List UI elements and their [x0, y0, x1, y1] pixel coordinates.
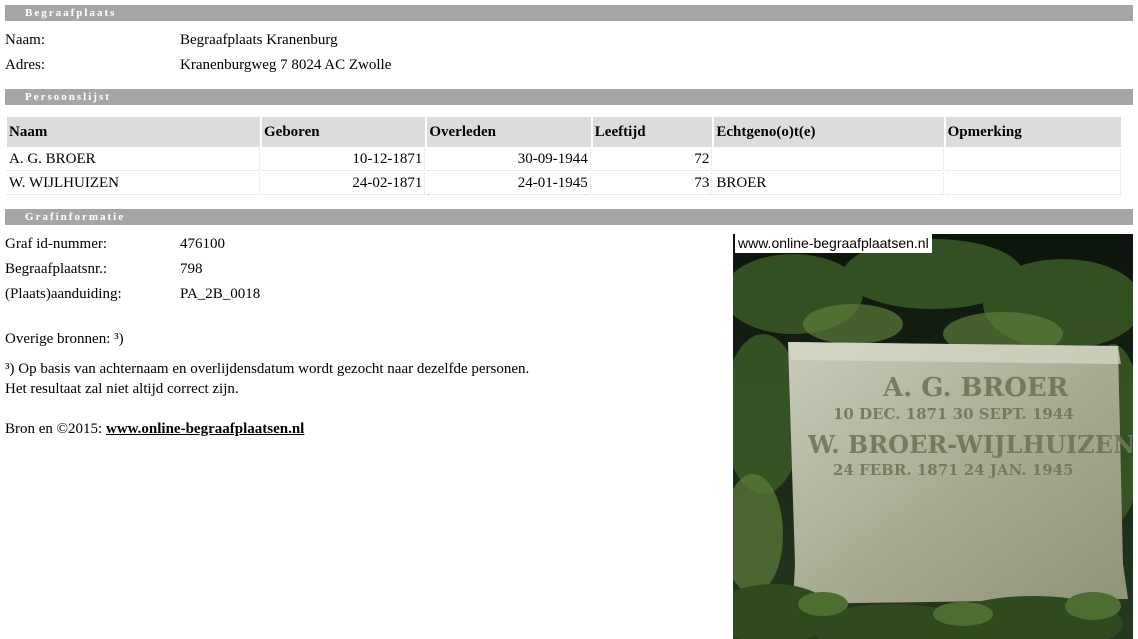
column-header-leeftijd: Leeftijd: [592, 117, 713, 147]
cell-name: A. G. BROER: [7, 149, 261, 171]
cell-spouse: BROER: [714, 173, 944, 195]
cemetery-number-value: 798: [180, 261, 203, 277]
location-label: (Plaats)aanduiding:: [5, 286, 122, 302]
footnote-line-2: Het resultaat zal niet altijd correct zi…: [5, 381, 239, 397]
column-header-geboren: Geboren: [262, 117, 426, 147]
cemetery-name-label: Naam:: [5, 32, 45, 48]
cell-remark: [945, 149, 1121, 171]
photo-watermark: www.online-begraafplaatsen.nl: [735, 234, 932, 253]
grave-id-label: Graf id-nummer:: [5, 236, 108, 252]
cemetery-number-label: Begraafplaatsnr.:: [5, 261, 108, 277]
cell-died: 24-01-1945: [427, 173, 591, 195]
table-row: W. WIJLHUIZEN 24-02-1871 24-01-1945 73 B…: [7, 173, 1121, 195]
column-header-naam: Naam: [7, 117, 261, 147]
inscription-line-2: 10 DEC. 1871 30 SEPT. 1944: [833, 405, 1074, 423]
persons-table: Naam Geboren Overleden Leeftijd Echtgeno…: [5, 115, 1123, 197]
grave-photo: A. G. BROER 10 DEC. 1871 30 SEPT. 1944 W…: [733, 234, 1133, 639]
source-link[interactable]: www.online-begraafplaatsen.nl: [106, 421, 304, 437]
inscription-line-4: 24 FEBR. 1871 24 JAN. 1945: [833, 461, 1074, 479]
inscription-line-1: A. G. BROER: [882, 373, 1069, 403]
gravestone-image: A. G. BROER 10 DEC. 1871 30 SEPT. 1944 W…: [733, 234, 1133, 639]
location-value: PA_2B_0018: [180, 286, 261, 302]
cemetery-address-label: Adres:: [5, 57, 45, 73]
other-sources-text: Overige bronnen: ³): [5, 331, 124, 347]
section-header-begraafplaats: Begraafplaats: [5, 5, 1133, 21]
section-header-persoonslijst: Persoonslijst: [5, 89, 1133, 105]
grave-id-value: 476100: [180, 236, 225, 252]
cemetery-address-value: Kranenburgweg 7 8024 AC Zwolle: [180, 57, 392, 73]
cemetery-name-value: Begraafplaats Kranenburg: [180, 32, 338, 48]
inscription-line-3: W. BROER-WIJLHUIZEN: [807, 430, 1133, 459]
column-header-echtgenote: Echtgeno(o)t(e): [714, 117, 944, 147]
column-header-opmerking: Opmerking: [945, 117, 1121, 147]
cell-age: 73: [592, 173, 713, 195]
cell-died: 30-09-1944: [427, 149, 591, 171]
source-line: Bron en ©2015: www.online-begraafplaatse…: [5, 421, 304, 438]
cell-name: W. WIJLHUIZEN: [7, 173, 261, 195]
table-row: A. G. BROER 10-12-1871 30-09-1944 72: [7, 149, 1121, 171]
column-header-overleden: Overleden: [427, 117, 591, 147]
cell-age: 72: [592, 149, 713, 171]
section-header-grafinformatie: Grafinformatie: [5, 209, 1133, 225]
cell-born: 10-12-1871: [262, 149, 426, 171]
cell-spouse: [714, 149, 944, 171]
table-header-row: Naam Geboren Overleden Leeftijd Echtgeno…: [7, 117, 1121, 147]
cell-remark: [945, 173, 1121, 195]
footnote-line-1: ³) Op basis van achternaam en overlijden…: [5, 361, 530, 377]
cell-born: 24-02-1871: [262, 173, 426, 195]
source-prefix: Bron en ©2015:: [5, 421, 106, 437]
